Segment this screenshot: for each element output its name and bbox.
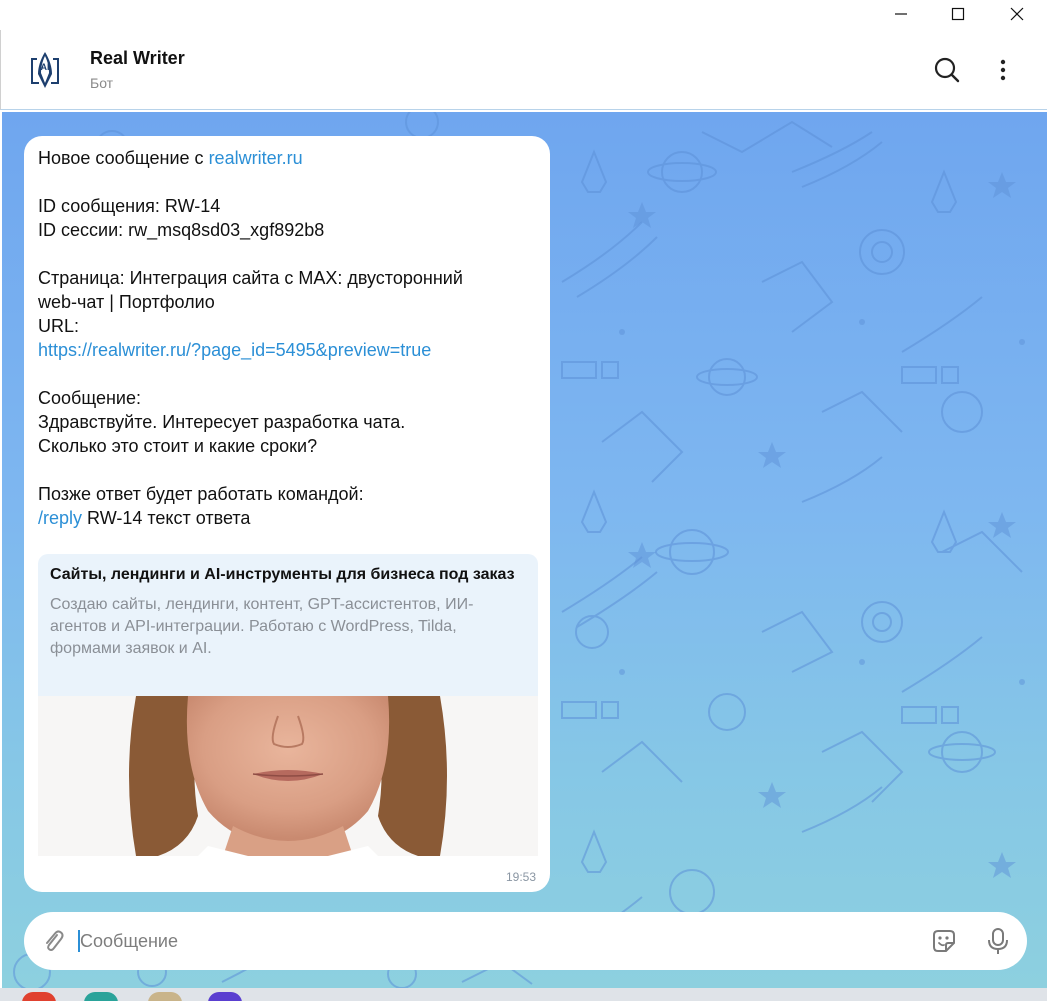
minimize-button[interactable] xyxy=(878,0,924,28)
attach-button[interactable] xyxy=(40,928,66,954)
reply-hint: Позже ответ будет работать командой: xyxy=(38,484,364,504)
fountain-pen-ai-logo-icon: AI xyxy=(31,52,59,88)
session-id-line: ID сессии: rw_msq8sd03_xgf892b8 xyxy=(38,220,325,240)
microphone-icon xyxy=(988,928,1008,954)
taskbar xyxy=(0,988,1047,1001)
page-line: Страница: Интеграция сайта с MAX: двусто… xyxy=(38,268,463,288)
search-icon xyxy=(934,57,960,83)
chat-area[interactable]: Новое сообщение с realwriter.ru ID сообщ… xyxy=(2,112,1047,988)
window-titlebar xyxy=(0,0,1047,30)
more-menu-button[interactable] xyxy=(987,54,1019,86)
link-preview[interactable]: Сайты, лендинги и AI-инструменты для биз… xyxy=(38,554,538,696)
taskbar-app-icon[interactable] xyxy=(84,992,118,1001)
svg-text:AI: AI xyxy=(41,62,50,72)
message-bubble[interactable]: Новое сообщение с realwriter.ru ID сообщ… xyxy=(24,136,550,892)
site-link[interactable]: realwriter.ru xyxy=(209,148,303,168)
message-label: Сообщение: xyxy=(38,388,141,408)
sticker-emoji-icon xyxy=(933,930,955,952)
preview-description: Создаю сайты, лендинги, контент, GPT-асс… xyxy=(50,596,474,657)
message-time: 19:53 xyxy=(505,870,536,884)
sticker-button[interactable] xyxy=(930,927,958,955)
preview-title: Сайты, лендинги и AI-инструменты для биз… xyxy=(50,566,515,583)
reply-command-link[interactable]: /reply xyxy=(38,508,82,528)
maximize-button[interactable] xyxy=(935,0,981,28)
search-button[interactable] xyxy=(931,54,963,86)
minimize-icon xyxy=(895,13,907,15)
reply-command-text: RW-14 текст ответа xyxy=(82,508,251,528)
user-message-line: Здравствуйте. Интересует разработка чата… xyxy=(38,412,406,432)
taskbar-app-icon[interactable] xyxy=(208,992,242,1001)
page-url-link[interactable]: https://realwriter.ru/?page_id=5495&prev… xyxy=(38,338,538,362)
user-message-line: Сколько это стоит и какие сроки? xyxy=(38,436,318,456)
more-vertical-icon xyxy=(1000,59,1006,81)
voice-button[interactable] xyxy=(984,926,1012,956)
chat-subtitle: Бот xyxy=(90,75,114,91)
taskbar-app-icon[interactable] xyxy=(148,992,182,1001)
portrait-photo xyxy=(38,696,538,856)
message-text: Новое сообщение с realwriter.ru ID сообщ… xyxy=(38,146,538,530)
reply-command-line: /reply RW-14 текст ответа xyxy=(38,506,538,530)
paperclip-icon xyxy=(46,930,64,951)
taskbar-app-icon[interactable] xyxy=(22,992,56,1001)
message-intro: Новое сообщение с xyxy=(38,148,209,168)
chat-header: AI Real Writer Бот xyxy=(0,30,1047,110)
close-icon xyxy=(1010,7,1024,21)
page-line-cont: web-чат | Портфолио xyxy=(38,292,215,312)
message-id-line: ID сообщения: RW-14 xyxy=(38,196,221,216)
preview-image[interactable] xyxy=(38,696,538,856)
chat-title[interactable]: Real Writer xyxy=(90,48,185,69)
message-composer xyxy=(24,912,1027,970)
avatar[interactable]: AI xyxy=(21,46,69,94)
maximize-icon xyxy=(951,7,965,21)
message-input[interactable] xyxy=(80,926,860,956)
message-line: Новое сообщение с realwriter.ru xyxy=(38,146,538,170)
close-button[interactable] xyxy=(994,0,1040,28)
url-label: URL: xyxy=(38,316,80,336)
